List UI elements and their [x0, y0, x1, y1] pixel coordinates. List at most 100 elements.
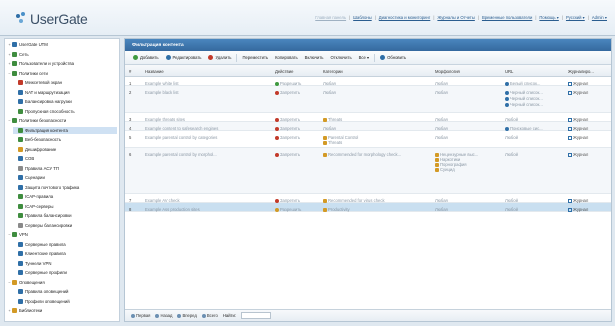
pagination-button[interactable]: Всего [201, 313, 218, 318]
sidebar-item-label: VPN [19, 232, 28, 237]
sidebar-item[interactable]: Серверы балансировки [13, 222, 117, 229]
rule-category: Recommended for morphology check... [323, 152, 401, 157]
sidebar-item[interactable]: Профили оповещений [13, 298, 117, 305]
sidebar-item[interactable]: − Оповещения [7, 279, 117, 286]
sidebar-item[interactable]: NAT и маршрутизация [13, 89, 117, 96]
toolbar-button[interactable]: Обновить [378, 53, 408, 62]
table-row[interactable]: 1 Example white list Разрешить Любая Любая Бе… [125, 77, 611, 86]
sidebar-item[interactable]: Веб-безопасность [13, 136, 117, 143]
table-row[interactable]: 3 Example threats sites Запретить Threats Лю… [125, 113, 611, 122]
top-nav-link[interactable]: Помощь ▾ [539, 15, 558, 20]
top-nav-link[interactable]: Русский ▾ [566, 15, 585, 20]
top-nav-link[interactable]: Шаблоны [353, 15, 372, 20]
sidebar-item-label: Политики безопасности [19, 118, 67, 123]
sidebar-item[interactable]: Сценарии [13, 174, 117, 181]
morphology-icon [435, 167, 439, 172]
toolbar-button[interactable]: Добавить [131, 53, 161, 62]
sidebar-item[interactable]: + Библиотеки [7, 307, 117, 314]
rule-category: Любая [323, 90, 336, 95]
pagination-button[interactable]: Назад [155, 313, 172, 318]
column-header[interactable]: Действие [275, 69, 293, 74]
sidebar-item[interactable]: + Сеть [7, 51, 117, 58]
nav-separator: | [587, 15, 589, 20]
sidebar-item[interactable]: Пропускная способность [13, 108, 117, 115]
top-bar: UserGate Главная панель | Шаблоны | Диагност… [0, 0, 615, 36]
sidebar-item[interactable]: Серверные правила [13, 241, 117, 248]
toolbar-button[interactable]: Редактировать [164, 53, 204, 62]
table-row[interactable]: 6 Example parental control by morphol... З… [125, 148, 611, 194]
rule-morphology: Любая [435, 135, 448, 140]
category-icon [323, 117, 327, 122]
column-header[interactable]: Журналиро... [568, 69, 594, 74]
sidebar-item-label: Веб-безопасность [25, 137, 62, 142]
sidebar-item[interactable]: Дешифрование [13, 146, 117, 153]
sidebar-item[interactable]: + Пользователи и устройства [7, 60, 117, 67]
pagination-button[interactable]: Первая [131, 313, 150, 318]
tree-node-icon [18, 222, 23, 228]
top-nav-link[interactable]: Журналы и Отчеты [437, 15, 474, 20]
sidebar-item[interactable]: Туннели VPN [13, 260, 117, 267]
table-row[interactable]: 5 Example parental control by categories З… [125, 131, 611, 148]
table-row[interactable]: 2 Example black list Запретить Любая Любая Че… [125, 86, 611, 113]
pagination-arrow-icon [131, 313, 135, 318]
table-row[interactable]: 8 Example Ass production sites Разрешить Pr… [125, 203, 611, 212]
sidebar-item[interactable]: Клиентские правила [13, 250, 117, 257]
sidebar-item[interactable]: ICAP-правила [13, 193, 117, 200]
sidebar-item[interactable]: ICAP-серверы [13, 203, 117, 210]
morphology-label: Любая [435, 135, 448, 140]
search-input[interactable] [240, 312, 271, 319]
toolbar-button-label: Редактировать [172, 55, 202, 60]
sidebar-item[interactable]: − Политики сети [7, 70, 117, 77]
column-header[interactable]: Морфология [435, 69, 460, 74]
action-icon [275, 207, 279, 212]
top-nav-link[interactable]: Admin ▾ [592, 15, 607, 20]
toolbar-button-label: Удалить [215, 55, 232, 60]
log-icon [568, 81, 572, 86]
toolbar-button-label: Отключить [330, 55, 352, 60]
sidebar-item[interactable]: Правила балансировки [13, 212, 117, 219]
toolbar-button-label: Включить [304, 55, 324, 60]
sidebar-item[interactable]: Балансировка нагрузки [13, 98, 117, 105]
sidebar-item-label: Оповещения [19, 279, 45, 285]
toolbar-button[interactable]: Включить [303, 53, 326, 62]
sidebar-item-label: Профили оповещений [25, 298, 70, 304]
toolbar-button[interactable]: Копировать [273, 53, 300, 62]
url-label: Черный список... [510, 90, 543, 95]
tree-node-icon [18, 270, 23, 275]
nav-separator: | [374, 15, 376, 20]
top-nav-link[interactable]: Временные пользователи [482, 15, 532, 20]
nav-separator: | [561, 15, 563, 20]
tree-node-icon [18, 156, 23, 161]
sidebar-item[interactable]: Серверные профили [13, 269, 117, 276]
sidebar-item-label: Правила АСУ ТП [25, 165, 60, 171]
column-header[interactable]: Категории [323, 69, 343, 74]
column-header[interactable]: # [129, 69, 131, 74]
table-row[interactable]: 4 Example content to safesearch engines За… [125, 122, 611, 131]
toolbar-button[interactable]: Все ▾ [357, 53, 371, 62]
action-icon [275, 81, 279, 86]
sidebar-item[interactable]: СОВ [13, 155, 117, 162]
toolbar-button[interactable]: Удалить [206, 53, 233, 62]
toolbar-button[interactable]: Отключить [328, 53, 353, 62]
column-header[interactable]: Название [145, 69, 164, 74]
toolbar-button[interactable]: Переместить [240, 53, 270, 62]
logo-text: UserGate [30, 11, 88, 27]
tree-node-icon [12, 232, 17, 237]
top-nav-link[interactable]: Главная панель [315, 15, 346, 20]
sidebar-item[interactable]: Защита почтового трафика [13, 184, 117, 191]
url-label: Любой [505, 135, 518, 140]
column-header[interactable]: URL [505, 69, 513, 74]
sidebar-item[interactable]: − VPN [7, 231, 117, 238]
sidebar-item-label: NAT и маршрутизация [25, 89, 70, 95]
sidebar-item[interactable]: Правила оповещений [13, 288, 117, 295]
sidebar-item[interactable]: Межсетевой экран [13, 79, 117, 86]
rule-logging: Журнал [568, 207, 588, 212]
table-row[interactable]: 7 Example AV check Запретить Recommended fo… [125, 194, 611, 203]
sidebar-item[interactable]: − Политики безопасности [7, 117, 117, 124]
sidebar-item[interactable]: Правила АСУ ТП [13, 165, 117, 172]
sidebar-item[interactable]: Фильтрация контента [13, 126, 117, 134]
top-nav-link[interactable]: Диагностика и мониторинг [379, 15, 431, 20]
log-icon [568, 135, 572, 140]
sidebar-item[interactable]: + UserGate UTM [7, 41, 117, 48]
pagination-button[interactable]: Вперед [177, 313, 197, 318]
